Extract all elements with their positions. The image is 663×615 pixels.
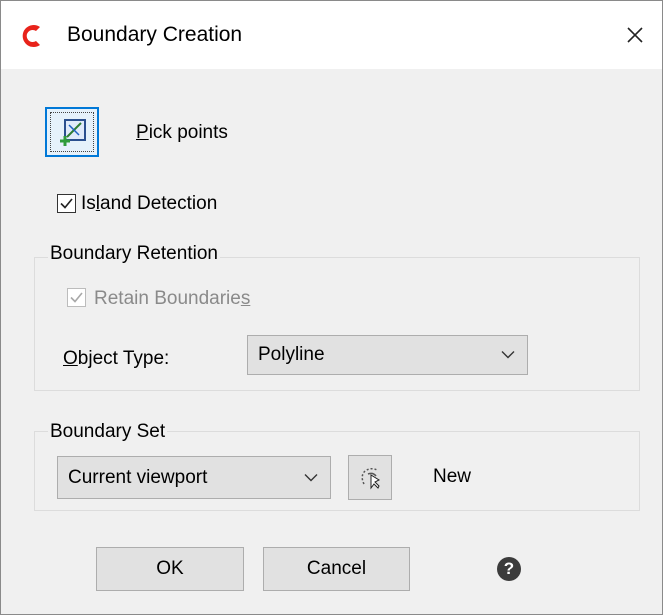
- island-detection-label: Island Detection: [81, 193, 218, 214]
- select-new-boundary-set-button[interactable]: [348, 455, 392, 500]
- boundary-retention-legend: Boundary Retention: [48, 243, 220, 265]
- close-button[interactable]: [613, 15, 657, 55]
- object-type-label: Object Type:: [63, 348, 170, 369]
- app-c-logo-icon: [19, 23, 45, 49]
- close-icon: [627, 27, 643, 43]
- checkmark-icon: [70, 292, 83, 303]
- cancel-button-label: Cancel: [306, 558, 367, 579]
- pick-points-button[interactable]: [45, 107, 99, 157]
- boundary-set-dropdown[interactable]: Current viewport: [57, 456, 331, 499]
- title-bar: Boundary Creation: [1, 1, 662, 69]
- retain-boundaries-label: Retain Boundaries: [94, 288, 251, 309]
- boundary-set-legend: Boundary Set: [48, 421, 168, 443]
- ok-button-label: OK: [156, 558, 184, 579]
- help-icon[interactable]: ?: [497, 557, 521, 581]
- chevron-down-icon: [501, 351, 515, 359]
- checkmark-icon: [60, 198, 73, 209]
- pick-points-label: Pick points: [136, 122, 228, 143]
- help-glyph: ?: [503, 559, 515, 578]
- boundary-creation-dialog: Boundary Creation Pick points Island Det…: [0, 0, 663, 615]
- boundary-set-value: Current viewport: [68, 466, 208, 488]
- chevron-down-icon: [304, 473, 318, 481]
- ok-button[interactable]: OK: [96, 547, 244, 591]
- select-objects-icon: [361, 467, 381, 490]
- pick-points-icon: [60, 119, 86, 146]
- object-type-dropdown[interactable]: Polyline: [247, 335, 528, 375]
- cancel-button[interactable]: Cancel: [263, 547, 410, 591]
- window-title: Boundary Creation: [67, 23, 243, 46]
- new-boundary-set-label: New: [433, 466, 472, 487]
- island-detection-checkbox[interactable]: [57, 194, 76, 213]
- retain-boundaries-checkbox[interactable]: [67, 288, 86, 307]
- object-type-value: Polyline: [258, 344, 325, 365]
